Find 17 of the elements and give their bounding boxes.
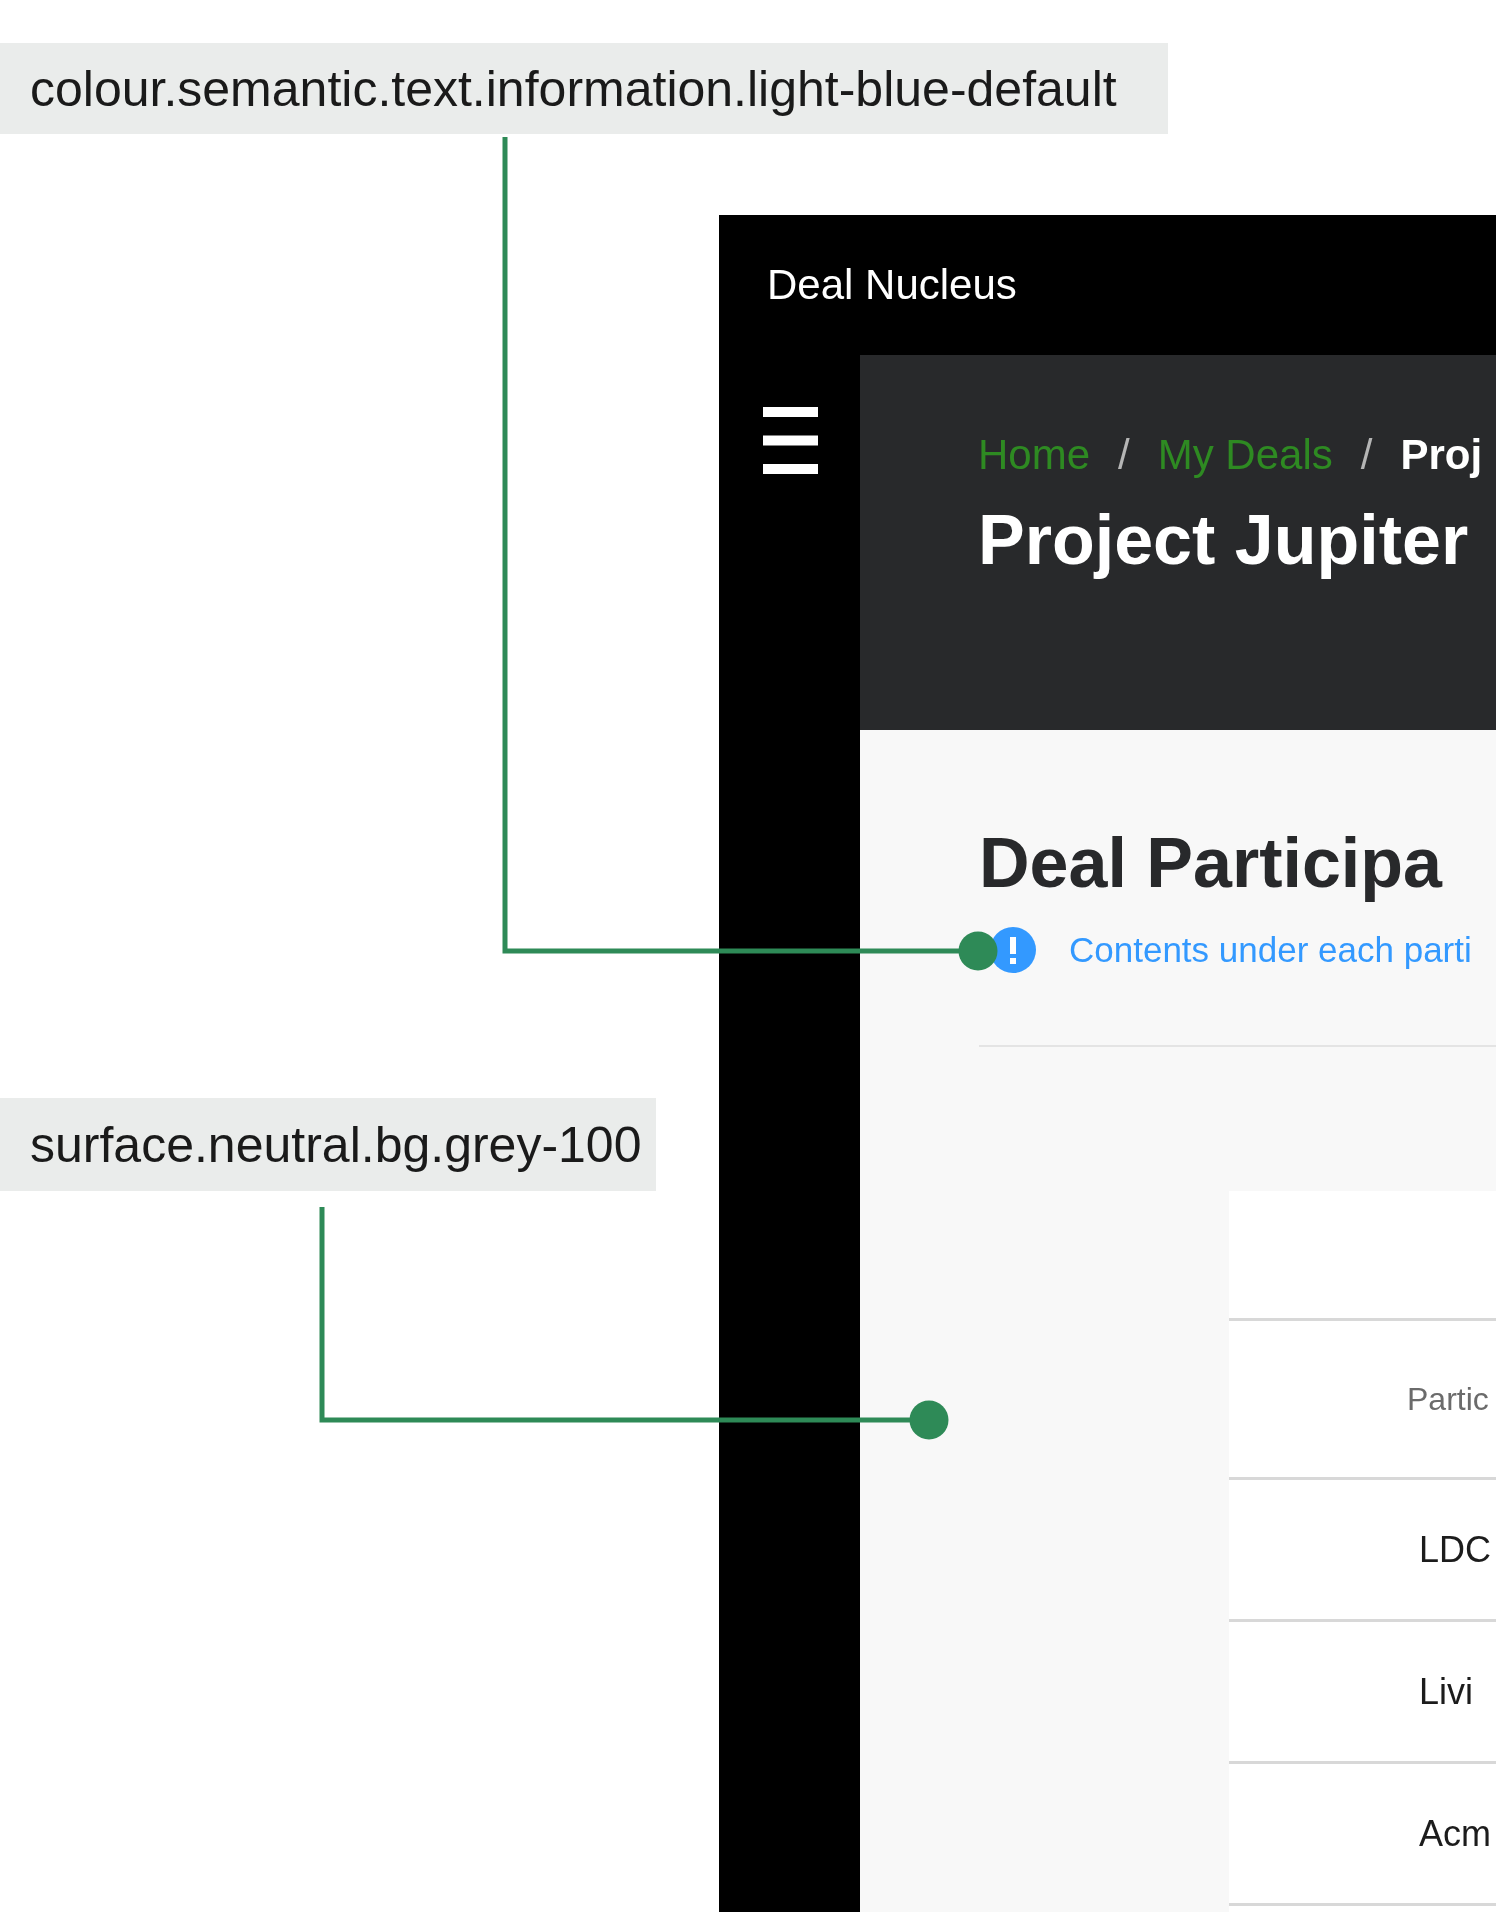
breadcrumb-separator: / <box>1360 431 1373 479</box>
page-title: Project Jupiter <box>978 500 1470 580</box>
info-icon <box>990 927 1036 973</box>
section-title: Deal Participa <box>979 823 1444 903</box>
breadcrumb-current: Proj <box>1400 431 1483 479</box>
breadcrumb-link[interactable]: My Deals <box>1157 431 1333 479</box>
menu-icon[interactable] <box>763 407 818 474</box>
info-message: Contents under each parti <box>1069 929 1472 971</box>
breadcrumb-link[interactable]: Home <box>978 431 1091 479</box>
table-cell: Acm <box>1419 1811 1491 1856</box>
annotation-label: surface.neutral.bg.grey-100 <box>0 1098 656 1191</box>
column-header[interactable]: Partic <box>1407 1379 1489 1419</box>
table-cell: LDC <box>1419 1527 1492 1572</box>
annotation-label: colour.semantic.text.information.light-blue-default <box>0 43 1168 134</box>
breadcrumb-separator: / <box>1118 431 1130 479</box>
app-title: Deal Nucleus <box>767 260 1017 310</box>
table-cell: Livi <box>1419 1669 1474 1714</box>
